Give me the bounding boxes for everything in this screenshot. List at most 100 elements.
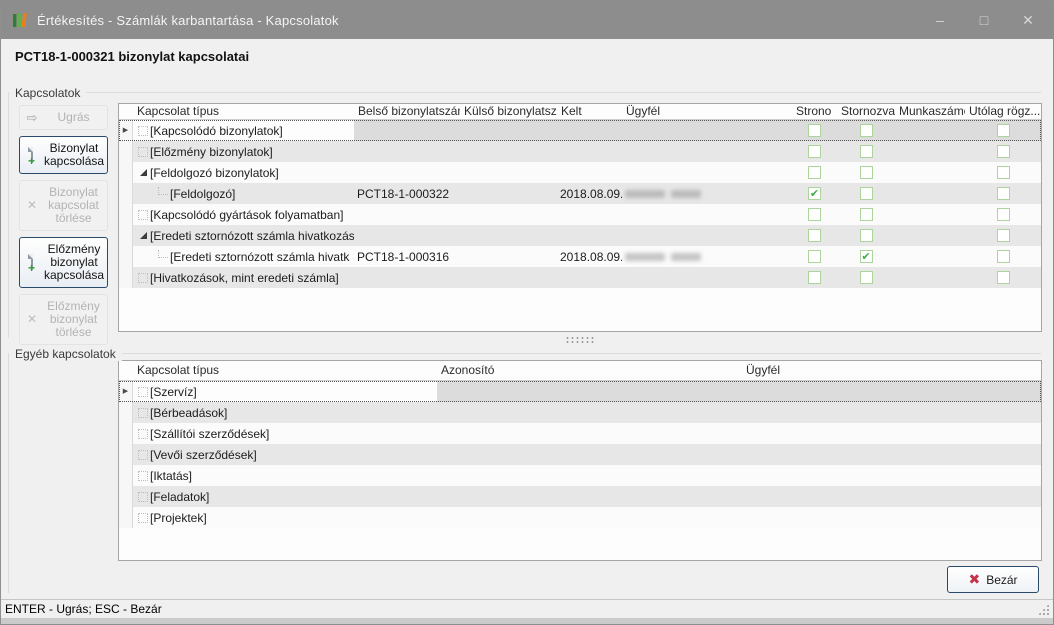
cell-belso-bizonylatszam[interactable] — [354, 267, 460, 288]
cell-belso-bizonylatszam[interactable] — [354, 225, 460, 246]
splitter-handle[interactable] — [118, 332, 1042, 347]
utolag-checkbox[interactable] — [997, 208, 1010, 221]
cell-kelt[interactable] — [557, 162, 622, 183]
cell-ugyfel[interactable] — [742, 423, 1041, 444]
cell-kelt[interactable] — [557, 225, 622, 246]
table-row[interactable]: [Vevői szerződések] — [119, 444, 1041, 465]
utolag-checkbox[interactable] — [997, 271, 1010, 284]
column-header-3[interactable]: Külső bizonylatszám — [460, 104, 557, 119]
cell-stornozva[interactable] — [837, 120, 895, 141]
cell-kapcsolat-tipus[interactable]: [Eredeti sztornózott számla hivatkozás] — [133, 225, 354, 246]
cell-strono[interactable] — [792, 204, 837, 225]
stornozva-checkbox[interactable] — [860, 229, 873, 242]
cell-kelt[interactable]: 2018.08.09. — [557, 183, 622, 204]
cell-utolag-rogzitett[interactable] — [965, 141, 1041, 162]
cell-stornozva[interactable] — [837, 246, 895, 267]
cell-stornozva[interactable] — [837, 204, 895, 225]
cell-munkaszamok[interactable] — [895, 267, 965, 288]
cell-ugyfel[interactable] — [622, 225, 792, 246]
cell-strono[interactable] — [792, 141, 837, 162]
cell-ugyfel[interactable] — [622, 141, 792, 162]
table-row[interactable]: [Bérbeadások] — [119, 402, 1041, 423]
cell-kapcsolat-tipus[interactable]: [Bérbeadások] — [133, 402, 437, 423]
cell-kulso-bizonylatszam[interactable] — [460, 225, 557, 246]
cell-kapcsolat-tipus[interactable]: [Szervíz] — [133, 381, 437, 402]
cell-utolag-rogzitett[interactable] — [965, 225, 1041, 246]
cell-utolag-rogzitett[interactable] — [965, 183, 1041, 204]
cell-kulso-bizonylatszam[interactable] — [460, 204, 557, 225]
cell-kelt[interactable] — [557, 120, 622, 141]
column-header-2[interactable]: Azonosító — [437, 361, 742, 380]
cell-belso-bizonylatszam[interactable] — [354, 204, 460, 225]
maximize-button[interactable]: □ — [969, 8, 999, 32]
cell-kapcsolat-tipus[interactable]: [Eredeti sztornózott számla hivatk — [133, 246, 354, 267]
cell-munkaszamok[interactable] — [895, 162, 965, 183]
table-row[interactable]: [Eredeti sztornózott számla hivatkPCT18-… — [119, 246, 1041, 267]
cell-kulso-bizonylatszam[interactable] — [460, 162, 557, 183]
strono-checkbox[interactable] — [808, 271, 821, 284]
cell-ugyfel[interactable] — [742, 444, 1041, 465]
cell-munkaszamok[interactable] — [895, 246, 965, 267]
utolag-checkbox[interactable] — [997, 229, 1010, 242]
cell-belso-bizonylatszam[interactable] — [354, 120, 460, 141]
sidebar-button-3[interactable]: ✕Bizonylat kapcsolat törlése — [19, 180, 108, 231]
cell-kapcsolat-tipus[interactable]: [Szállítói szerződések] — [133, 423, 437, 444]
column-header-8[interactable]: Munkaszámok — [895, 104, 965, 119]
cell-azonosito[interactable] — [437, 444, 742, 465]
stornozva-checkbox[interactable] — [860, 208, 873, 221]
cell-belso-bizonylatszam[interactable] — [354, 141, 460, 162]
cell-strono[interactable] — [792, 246, 837, 267]
cell-utolag-rogzitett[interactable] — [965, 246, 1041, 267]
strono-checkbox[interactable] — [808, 124, 821, 137]
cell-belso-bizonylatszam[interactable] — [354, 162, 460, 183]
column-header-4[interactable]: Kelt — [557, 104, 622, 119]
table-row[interactable]: [Feladatok] — [119, 486, 1041, 507]
cell-ugyfel[interactable] — [622, 183, 792, 204]
stornozva-checkbox[interactable] — [860, 187, 873, 200]
cell-kapcsolat-tipus[interactable]: [Feldolgozó bizonylatok] — [133, 162, 354, 183]
cell-kulso-bizonylatszam[interactable] — [460, 141, 557, 162]
cell-azonosito[interactable] — [437, 423, 742, 444]
cell-kapcsolat-tipus[interactable]: [Előzmény bizonylatok] — [133, 141, 354, 162]
cell-strono[interactable] — [792, 162, 837, 183]
cell-kelt[interactable] — [557, 204, 622, 225]
cell-munkaszamok[interactable] — [895, 141, 965, 162]
table-row[interactable]: [Hivatkozások, mint eredeti számla] — [119, 267, 1041, 288]
cell-kapcsolat-tipus[interactable]: [Projektek] — [133, 507, 437, 528]
cell-strono[interactable] — [792, 120, 837, 141]
utolag-checkbox[interactable] — [997, 166, 1010, 179]
cell-stornozva[interactable] — [837, 183, 895, 204]
utolag-checkbox[interactable] — [997, 187, 1010, 200]
cell-munkaszamok[interactable] — [895, 120, 965, 141]
close-button[interactable]: ✕ — [1013, 8, 1043, 32]
cell-stornozva[interactable] — [837, 141, 895, 162]
cell-munkaszamok[interactable] — [895, 225, 965, 246]
cell-ugyfel[interactable] — [742, 465, 1041, 486]
cell-azonosito[interactable] — [437, 507, 742, 528]
column-header-1[interactable]: Kapcsolat típus — [133, 104, 354, 119]
cell-kulso-bizonylatszam[interactable] — [460, 267, 557, 288]
cell-belso-bizonylatszam[interactable]: PCT18-1-000322 — [354, 183, 460, 204]
column-header-3[interactable]: Ügyfél — [742, 361, 1041, 380]
cell-azonosito[interactable] — [437, 486, 742, 507]
cell-azonosito[interactable] — [437, 402, 742, 423]
cell-belso-bizonylatszam[interactable]: PCT18-1-000316 — [354, 246, 460, 267]
cell-kulso-bizonylatszam[interactable] — [460, 183, 557, 204]
strono-checkbox[interactable] — [808, 145, 821, 158]
stornozva-checkbox[interactable] — [860, 124, 873, 137]
column-header-2[interactable]: Belső bizonylatszám — [354, 104, 460, 119]
cell-ugyfel[interactable] — [742, 507, 1041, 528]
cell-ugyfel[interactable] — [622, 162, 792, 183]
strono-checkbox[interactable] — [808, 166, 821, 179]
cell-ugyfel[interactable] — [622, 246, 792, 267]
cell-strono[interactable] — [792, 183, 837, 204]
cell-kapcsolat-tipus[interactable]: [Feladatok] — [133, 486, 437, 507]
bezar-button[interactable]: ✖ Bezár — [947, 566, 1039, 593]
cell-munkaszamok[interactable] — [895, 183, 965, 204]
table-row[interactable]: [Iktatás] — [119, 465, 1041, 486]
table-row[interactable]: [Feldolgozó bizonylatok] — [119, 162, 1041, 183]
table-row[interactable]: ▶[Szervíz] — [119, 381, 1041, 402]
cell-kapcsolat-tipus[interactable]: [Hivatkozások, mint eredeti számla] — [133, 267, 354, 288]
cell-strono[interactable] — [792, 267, 837, 288]
cell-utolag-rogzitett[interactable] — [965, 204, 1041, 225]
